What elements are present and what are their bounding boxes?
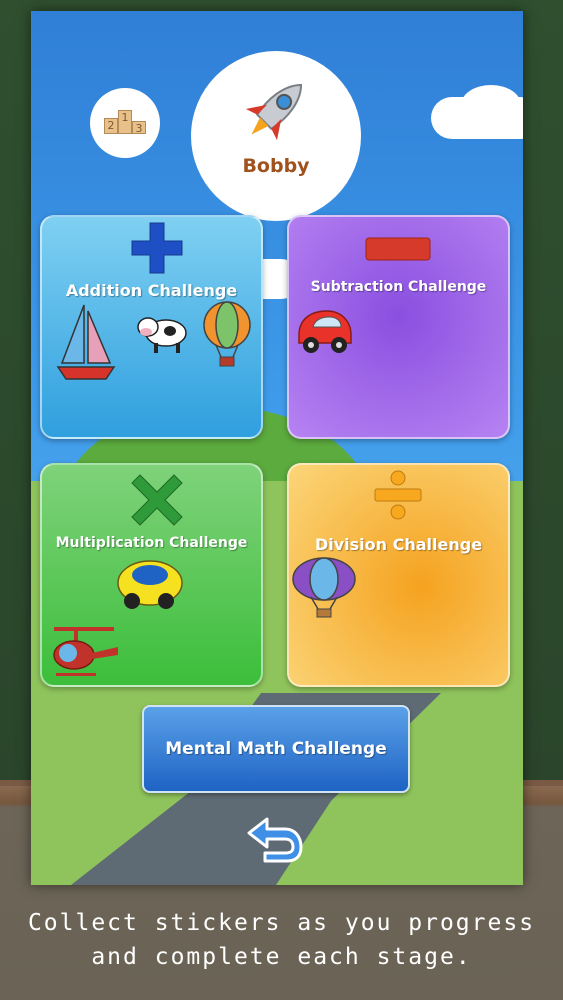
hot-air-balloon-sticker [203, 301, 251, 367]
red-car-sticker [298, 310, 352, 353]
hot-air-balloon-sticker [292, 557, 356, 618]
promo-caption: Collect stickers as you progress and com… [0, 906, 563, 974]
mental-math-challenge-button[interactable]: Mental Math Challenge [142, 705, 410, 793]
minus-icon [365, 237, 431, 261]
back-arrow-icon[interactable] [245, 815, 305, 863]
podium-icon: 2 1 3 [104, 110, 146, 135]
multiply-icon [131, 474, 183, 526]
sailboat-sticker [56, 304, 116, 380]
yellow-car-sticker [117, 560, 183, 609]
division-title: Division Challenge [314, 535, 483, 554]
cow-sticker [137, 317, 187, 353]
player-avatar-button[interactable]: Bobby [191, 51, 361, 221]
player-name: Bobby [242, 155, 310, 177]
caption-line-2: and complete each stage. [91, 944, 472, 970]
rocket-icon [245, 83, 303, 141]
divide-icon [374, 470, 422, 520]
multiplication-title: Multiplication Challenge [55, 535, 248, 551]
subtraction-title: Subtraction Challenge [310, 279, 487, 295]
caption-line-1: Collect stickers as you progress [27, 910, 536, 936]
addition-challenge-button[interactable]: Addition Challenge [40, 215, 263, 439]
division-challenge-button[interactable]: Division Challenge [287, 463, 510, 687]
plus-icon [131, 222, 183, 274]
multiplication-challenge-button[interactable]: Multiplication Challenge [40, 463, 263, 687]
podium-second: 2 [104, 118, 118, 134]
awards-button[interactable]: 2 1 3 [90, 88, 160, 158]
helicopter-sticker [53, 627, 118, 676]
podium-first: 1 [118, 110, 132, 134]
podium-third: 3 [132, 121, 146, 135]
addition-title: Addition Challenge [65, 281, 238, 300]
subtraction-challenge-button[interactable]: Subtraction Challenge [287, 215, 510, 439]
mental-math-title: Mental Math Challenge [165, 739, 387, 759]
app-screen: 2 1 3 Bobby Addition Challenge Subtracti… [31, 11, 523, 885]
